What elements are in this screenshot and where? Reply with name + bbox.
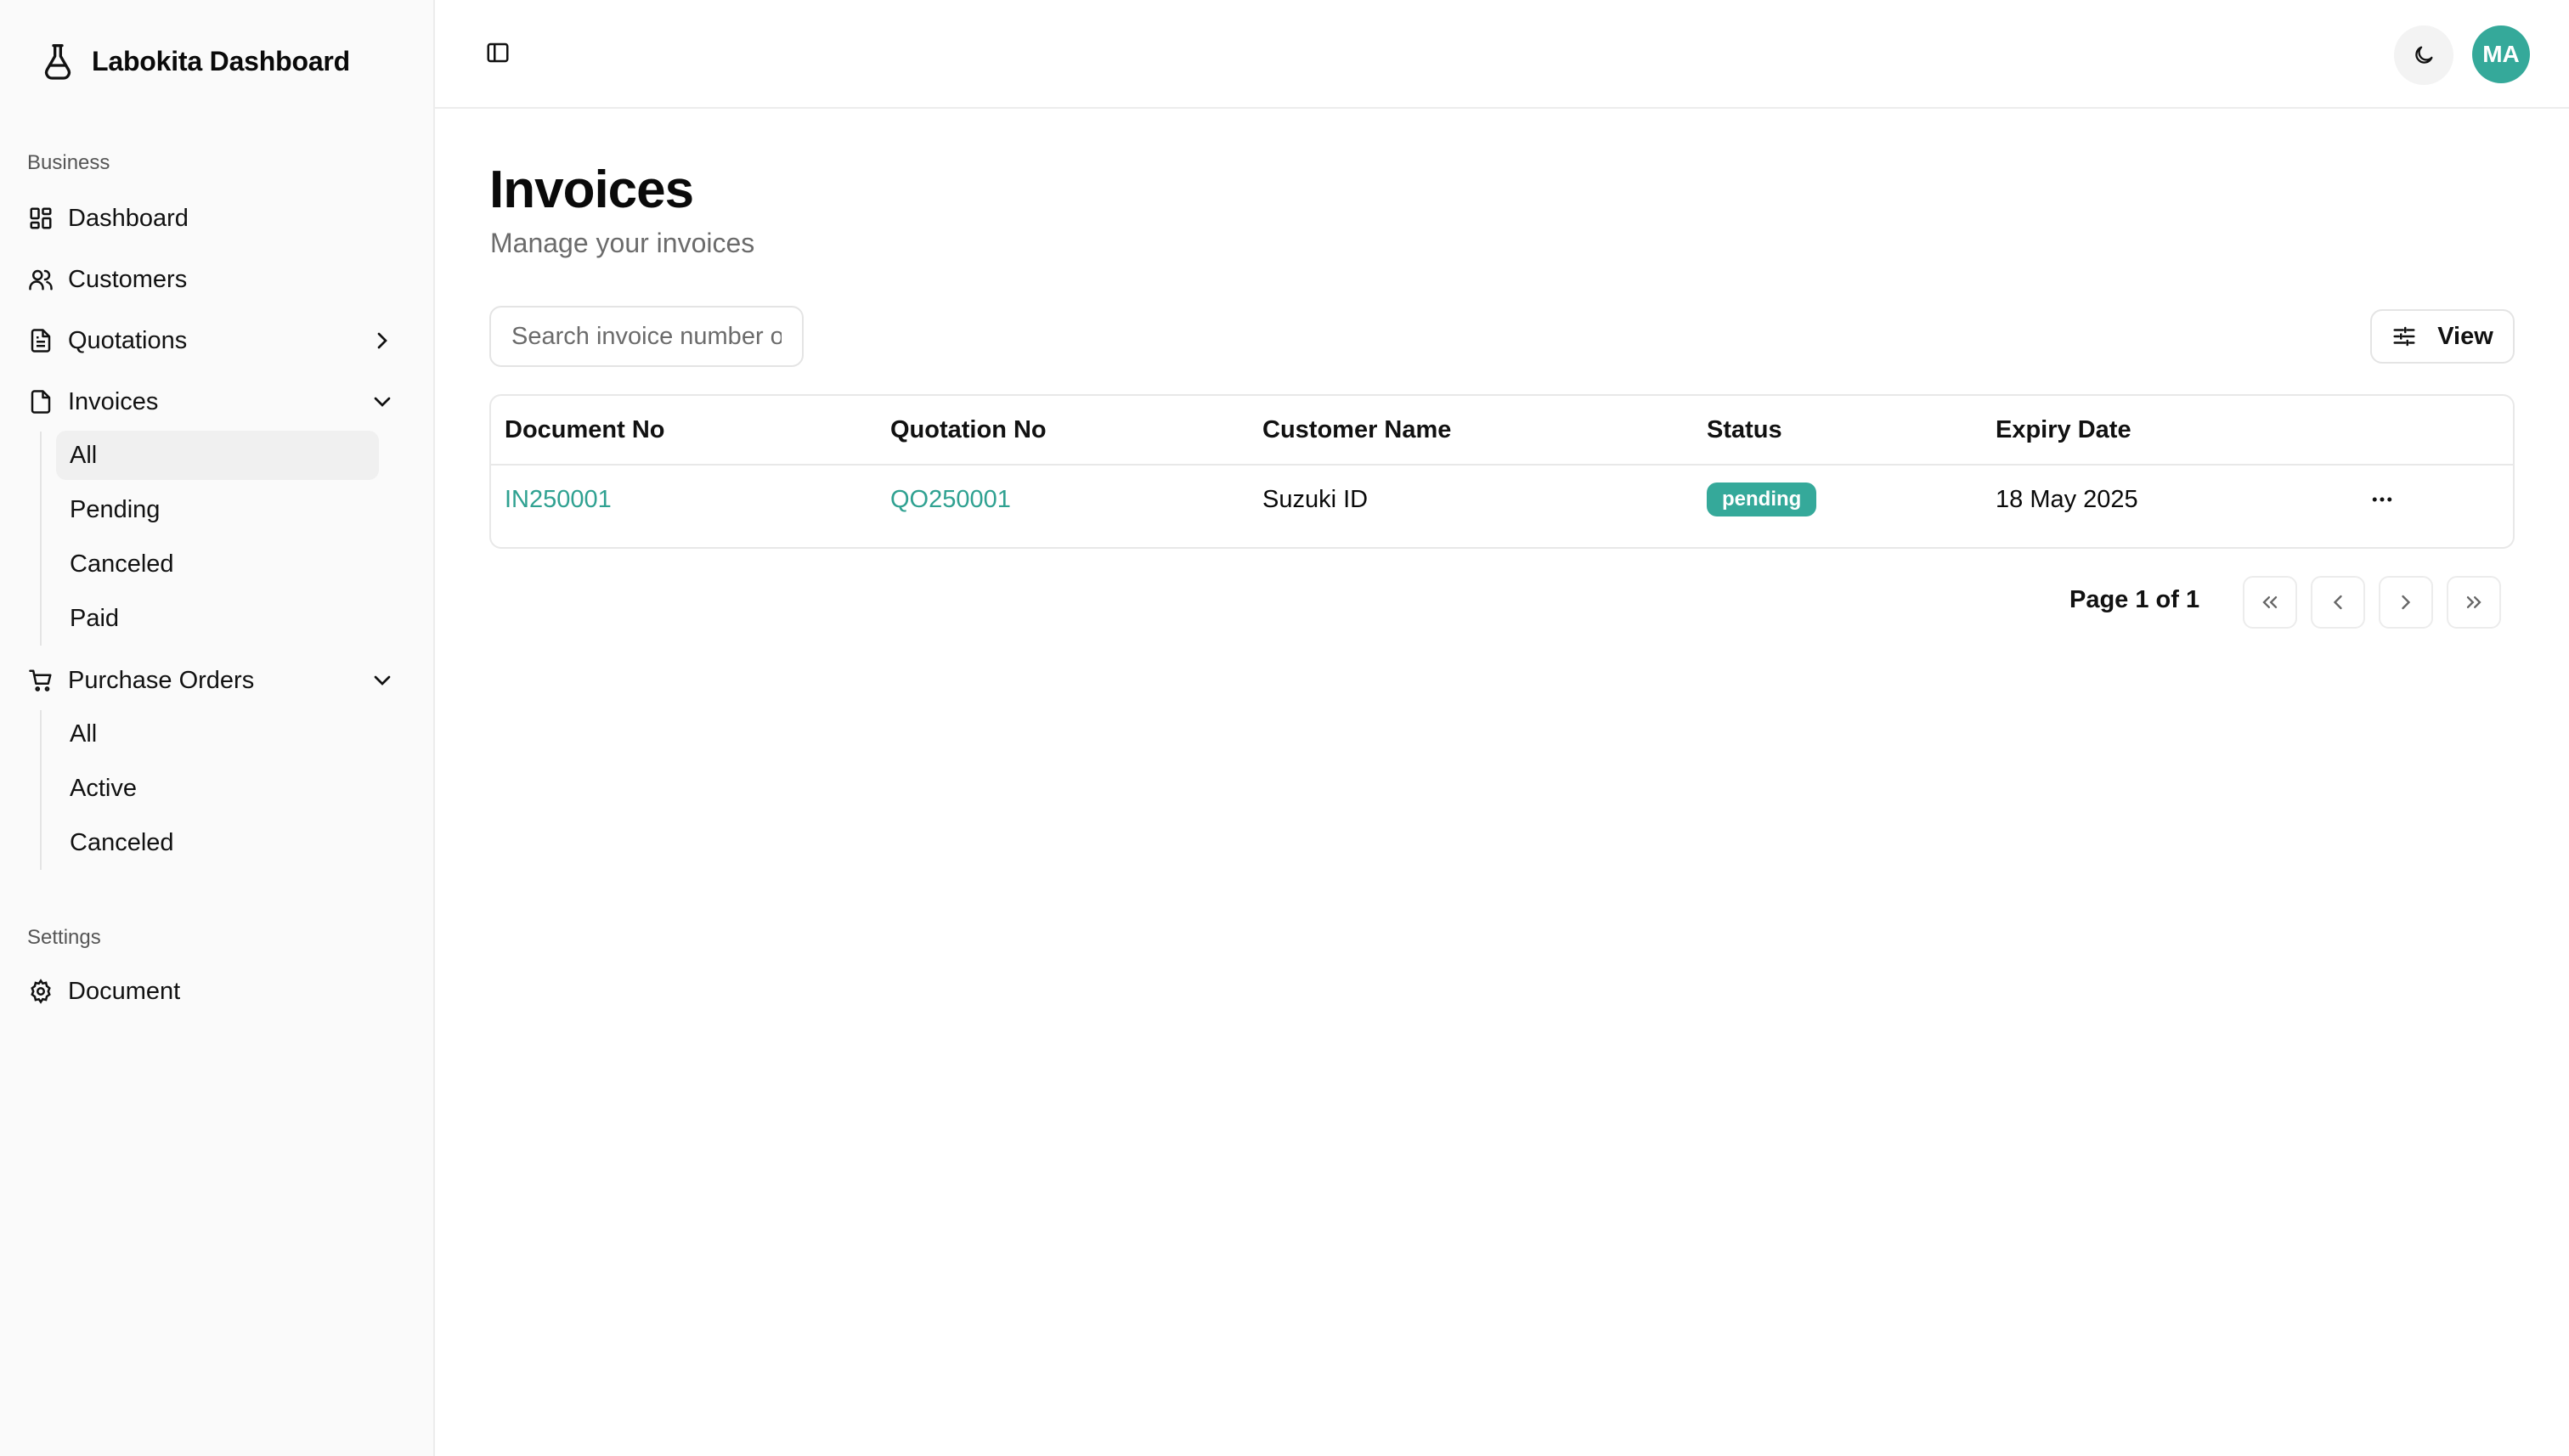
grid-icon: [27, 205, 54, 232]
sidebar: Labokita Dashboard Business Dashboard Cu…: [0, 0, 435, 1456]
po-sub-divider: [40, 710, 42, 870]
column-header-status[interactable]: Status: [1707, 396, 1782, 464]
document-no-link[interactable]: IN250001: [505, 466, 612, 533]
previous-page-button[interactable]: [2311, 576, 2365, 629]
moon-icon: [2412, 43, 2436, 67]
customer-name: Suzuki ID: [1262, 485, 1369, 513]
next-page-button[interactable]: [2379, 576, 2433, 629]
invoices-sub-divider: [40, 432, 42, 646]
avatar[interactable]: MA: [2472, 25, 2530, 83]
chevron-right-icon: [2394, 590, 2418, 614]
sidebar-subitem-invoices-paid[interactable]: Paid: [56, 594, 379, 643]
cart-icon: [27, 667, 54, 694]
sidebar-toggle-icon: [485, 40, 511, 65]
invoices-table: Document No Quotation No Customer Name S…: [489, 394, 2515, 549]
column-header-document-no[interactable]: Document No: [505, 396, 665, 464]
sidebar-item-dashboard[interactable]: Dashboard: [27, 194, 408, 243]
column-header-customer-name[interactable]: Customer Name: [1262, 396, 1451, 464]
view-options-button[interactable]: View: [2370, 309, 2515, 364]
brand[interactable]: Labokita Dashboard: [41, 37, 350, 85]
theme-toggle-button[interactable]: [2394, 25, 2453, 85]
column-header-quotation-no[interactable]: Quotation No: [890, 396, 1047, 464]
chevrons-right-icon: [2462, 590, 2486, 614]
file-text-icon: [27, 327, 54, 354]
sidebar-subitem-po-all[interactable]: All: [56, 709, 379, 759]
first-page-button[interactable]: [2243, 576, 2297, 629]
sidebar-item-invoices[interactable]: Invoices: [27, 377, 408, 426]
row-actions-cell: [2365, 466, 2399, 533]
sidebar-subitem-invoices-all[interactable]: All: [56, 431, 379, 480]
sidebar-item-label: Dashboard: [68, 204, 189, 232]
sidebar-item-label: Purchase Orders: [68, 666, 255, 694]
column-header-expiry-date[interactable]: Expiry Date: [1996, 396, 2131, 464]
sidebar-item-label: Customers: [68, 265, 188, 293]
topbar: MA: [435, 0, 2569, 109]
sidebar-item-label: Invoices: [68, 387, 159, 415]
sidebar-item-document[interactable]: Document: [27, 967, 408, 1016]
last-page-button[interactable]: [2447, 576, 2501, 629]
more-horizontal-icon[interactable]: [2365, 483, 2399, 516]
expiry-date: 18 May 2025: [1996, 485, 2138, 513]
flask-icon: [41, 42, 75, 80]
sidebar-item-customers[interactable]: Customers: [27, 255, 408, 304]
gear-icon: [27, 978, 54, 1005]
page-subtitle: Manage your invoices: [490, 228, 755, 258]
pagination-text: Page 1 of 1: [2069, 586, 2200, 613]
sidebar-item-label: Quotations: [68, 326, 188, 354]
chevron-down-icon: [369, 388, 396, 415]
search-input[interactable]: [489, 306, 804, 367]
view-label: View: [2437, 322, 2493, 350]
brand-name: Labokita Dashboard: [92, 45, 351, 76]
toggle-sidebar-button[interactable]: [483, 37, 513, 68]
quotation-no-link[interactable]: QO250001: [890, 466, 1011, 533]
users-icon: [27, 266, 54, 293]
sidebar-subitem-invoices-canceled[interactable]: Canceled: [56, 539, 379, 589]
sidebar-item-purchase-orders[interactable]: Purchase Orders: [27, 656, 408, 705]
sidebar-item-quotations[interactable]: Quotations: [27, 316, 408, 365]
sidebar-subitem-po-active[interactable]: Active: [56, 764, 379, 813]
table-row[interactable]: IN250001 QO250001 Suzuki ID pending 18 M…: [491, 466, 2513, 533]
sliders-icon: [2391, 324, 2417, 349]
file-icon: [27, 388, 54, 415]
chevron-down-icon: [369, 667, 396, 694]
sidebar-subitem-invoices-pending[interactable]: Pending: [56, 485, 379, 534]
status-cell: pending: [1707, 466, 1817, 533]
business-group-label: Business: [27, 151, 110, 174]
table-header: Document No Quotation No Customer Name S…: [491, 396, 2513, 466]
settings-group-label: Settings: [27, 926, 101, 949]
status-badge: pending: [1707, 483, 1817, 516]
chevron-right-icon: [369, 327, 396, 354]
sidebar-item-label: Document: [68, 977, 181, 1005]
page-title: Invoices: [489, 161, 694, 219]
sidebar-subitem-po-canceled[interactable]: Canceled: [56, 818, 379, 867]
chevron-left-icon: [2326, 590, 2350, 614]
chevrons-left-icon: [2258, 590, 2282, 614]
